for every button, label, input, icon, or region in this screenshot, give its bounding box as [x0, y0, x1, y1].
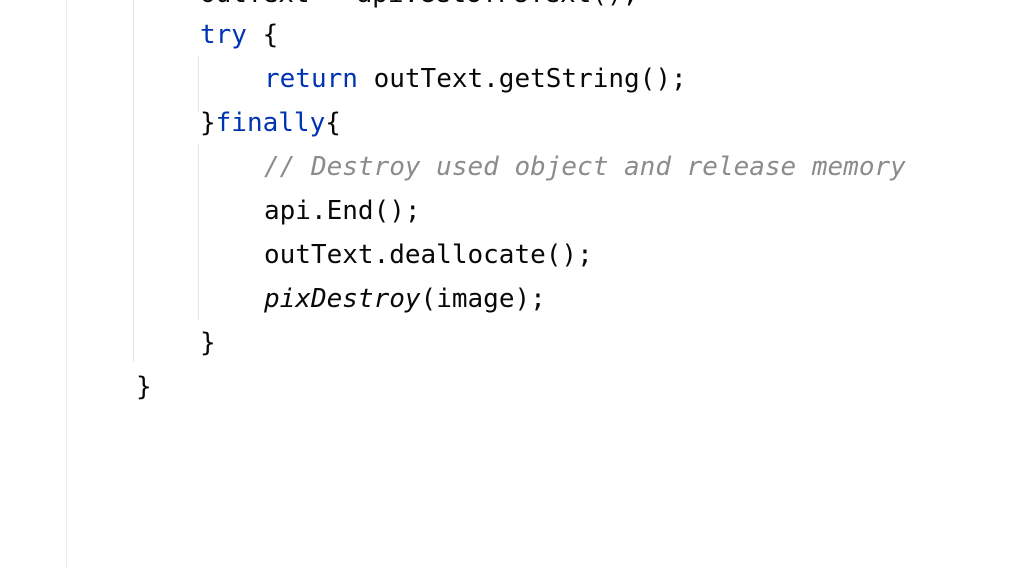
code-token: outText.getString();: [357, 64, 687, 94]
code-token: {: [246, 20, 279, 50]
code-token: finally: [215, 108, 326, 138]
code-token: outText.deallocate();: [264, 240, 593, 270]
code-token: return: [264, 64, 358, 94]
code-line-return: return outText.getString();: [264, 57, 687, 101]
gutter-divider: [66, 0, 67, 568]
code-token: }: [136, 372, 152, 402]
code-token: (image);: [420, 284, 546, 314]
code-line-try: try {: [200, 13, 278, 57]
code-token: }: [200, 328, 216, 358]
indent-guide-finally: [198, 144, 199, 320]
code-token: {: [325, 108, 341, 138]
code-token: try: [200, 20, 247, 50]
code-line-api-end: api.End();: [264, 189, 421, 233]
code-editor[interactable]: outText = api.GetUTF8Text(); try { retur…: [0, 0, 1014, 568]
code-line-finally: }finally{: [200, 101, 341, 145]
indent-guide-try: [198, 56, 199, 112]
code-line-dealloc: outText.deallocate();: [264, 233, 593, 277]
code-line-close-method: }: [136, 365, 152, 409]
indent-guide-method: [133, 0, 134, 362]
code-token: pixDestroy: [264, 284, 421, 314]
code-line-close-finally: }: [200, 321, 216, 365]
code-token: // Destroy used object and release memor…: [264, 152, 906, 182]
code-line-comment: // Destroy used object and release memor…: [264, 145, 906, 189]
code-line-pix-destroy: pixDestroy(image);: [264, 277, 546, 321]
code-token: }: [200, 108, 216, 138]
code-token: api.End();: [264, 196, 421, 226]
